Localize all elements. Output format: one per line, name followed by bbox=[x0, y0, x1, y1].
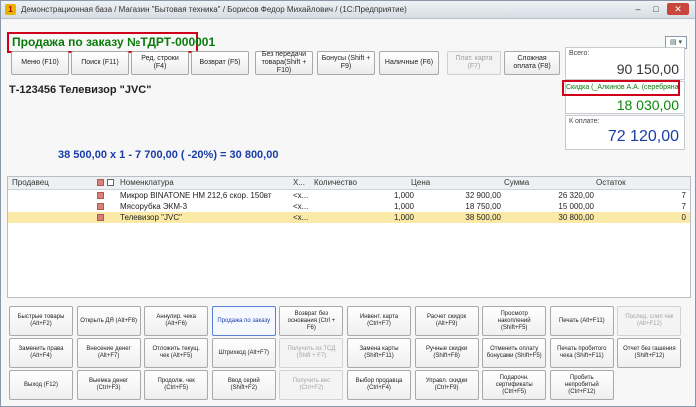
total-label: Всего: bbox=[569, 50, 590, 57]
function-button[interactable]: Печать (Alt+F11) bbox=[549, 306, 614, 336]
col-item[interactable]: Номенклатура bbox=[120, 177, 174, 189]
function-button[interactable]: Управл. скидки (Ctrl+F9) bbox=[414, 370, 479, 400]
function-button[interactable]: Инвент. карта (Ctrl+F7) bbox=[347, 306, 411, 336]
function-button[interactable]: Заменить права (Alt+F4) bbox=[9, 338, 73, 368]
items-table: Продавец Номенклатура Х... Количество Це… bbox=[7, 176, 691, 298]
to-pay-value: 72 120,00 bbox=[607, 128, 679, 145]
grid-settings-icon[interactable] bbox=[107, 179, 114, 186]
toolbar-button[interactable]: Наличные (F6) bbox=[379, 51, 439, 75]
toolbar-button[interactable]: Плат. карта (F7) bbox=[447, 51, 501, 75]
cell-qty: 1,000 bbox=[393, 213, 414, 222]
function-button[interactable]: Печать пробитого чека (Shift+F11) bbox=[549, 338, 614, 368]
table-row[interactable]: Микрор BINATONE HM 212,6 скор. 150вт <х..… bbox=[8, 190, 690, 201]
toolbar-button[interactable]: Меню (F10) bbox=[11, 51, 69, 75]
window-title: Демонстрационная база / Магазин "Бытовая… bbox=[21, 5, 407, 14]
close-button[interactable]: ✕ bbox=[667, 3, 689, 15]
function-button[interactable]: Отчет без гашения (Shift+F12) bbox=[617, 338, 682, 368]
function-button[interactable]: Получить из ТСД (Shift + F7) bbox=[279, 338, 344, 368]
table-row[interactable]: Мясорубка ЭКМ-3 <х... 1,000 18 750,00 15 000… bbox=[8, 201, 690, 212]
function-button[interactable]: Пробить непробитый (Ctrl+F12) bbox=[549, 370, 614, 400]
function-button[interactable]: Подарочн. сертификаты (Ctrl+F5) bbox=[482, 370, 547, 400]
price-calculation: 38 500,00 x 1 - 7 700,00 ( -20%) = 30 80… bbox=[58, 149, 279, 161]
function-button[interactable]: Ручные скидки (Shift+F8) bbox=[414, 338, 479, 368]
item-status-icon bbox=[97, 192, 104, 199]
function-button[interactable]: Замена карты (Shift+F11) bbox=[347, 338, 411, 368]
col-seller[interactable]: Продавец bbox=[12, 177, 49, 189]
cell-rest: 0 bbox=[681, 213, 686, 222]
function-button[interactable]: Аннулир. чека (Alt+F6) bbox=[144, 306, 209, 336]
cell-price: 32 900,00 bbox=[465, 191, 501, 200]
discount-label[interactable]: Скидка (_Алкинов А.А. (серебряная)): bbox=[562, 80, 680, 96]
cell-item: Телевизор "JVC" bbox=[120, 213, 182, 222]
function-button[interactable]: Внесение денег (Alt+F7) bbox=[76, 338, 141, 368]
col-rest[interactable]: Остаток bbox=[596, 177, 626, 189]
function-button[interactable]: Отменить оплату бонусами (Shift+F5) bbox=[482, 338, 547, 368]
toolbar-button[interactable]: Возврат (F5) bbox=[191, 51, 249, 75]
cell-sum: 15 000,00 bbox=[558, 202, 594, 211]
function-button[interactable]: Выбор продавца (Ctrl+F4) bbox=[347, 370, 411, 400]
cell-sum: 30 800,00 bbox=[558, 213, 594, 222]
function-button[interactable]: Отложить текущ. чек (Alt+F5) bbox=[144, 338, 209, 368]
document-title: Продажа по заказу №ТДРТ-000001 bbox=[7, 32, 215, 53]
function-button[interactable]: Быстрые товары (Alt+F2) bbox=[9, 306, 73, 336]
title-bar: 1 Демонстрационная база / Магазин "Бытов… bbox=[1, 1, 695, 19]
toolbar-button[interactable]: Без передачи товара(Shift + F10) bbox=[255, 51, 313, 75]
cell-item: Микрор BINATONE HM 212,6 скор. 150вт bbox=[120, 191, 272, 200]
total-value: 90 150,00 bbox=[616, 61, 679, 77]
item-status-icon bbox=[97, 203, 104, 210]
minimize-button[interactable]: – bbox=[631, 3, 645, 15]
item-status-icon bbox=[97, 214, 104, 221]
function-button[interactable]: Послед. слип чек (Alt+F12) bbox=[617, 306, 682, 336]
toolbar-button[interactable]: Сложная оплата (F8) bbox=[504, 51, 560, 75]
col-sum[interactable]: Сумма bbox=[504, 177, 529, 189]
function-button[interactable]: Просмотр накоплений (Shift+F5) bbox=[482, 306, 547, 336]
table-header: Продавец Номенклатура Х... Количество Це… bbox=[8, 177, 690, 190]
function-button[interactable]: Ввод серий (Shift+F2) bbox=[211, 370, 276, 400]
col-qty[interactable]: Количество bbox=[314, 177, 357, 189]
cell-rest: 7 bbox=[681, 191, 686, 200]
status-icon bbox=[97, 179, 104, 186]
toolbar-button[interactable]: Поиск (F11) bbox=[71, 51, 129, 75]
cell-price: 18 750,00 bbox=[465, 202, 501, 211]
function-button[interactable]: Получить вес (Ctrl+F2) bbox=[279, 370, 344, 400]
to-pay-panel: К оплате: 72 120,00 bbox=[565, 115, 685, 150]
cell-qty: 1,000 bbox=[393, 202, 414, 211]
cell-qty: 1,000 bbox=[393, 191, 414, 200]
to-pay-label: К оплате: bbox=[569, 118, 600, 125]
function-button[interactable]: Штрихкод (Alt+F7) bbox=[211, 338, 276, 368]
function-button[interactable]: Выемка денег (Ctrl+F3) bbox=[76, 370, 141, 400]
discount-value: 18 030,00 bbox=[616, 97, 679, 113]
function-button[interactable]: Возврат без основания (Ctrl + F6) bbox=[279, 306, 344, 336]
app-logo-icon: 1 bbox=[5, 4, 16, 15]
cell-item: Мясорубка ЭКМ-3 bbox=[120, 202, 188, 211]
table-row[interactable]: Телевизор "JVC" <х... 1,000 38 500,00 30 800… bbox=[8, 212, 690, 223]
cell-price: 38 500,00 bbox=[465, 213, 501, 222]
cell-rest: 7 bbox=[681, 202, 686, 211]
cell-x: <х... bbox=[293, 202, 309, 211]
toolbar-button[interactable]: Бонусы (Shift + F9) bbox=[317, 51, 375, 75]
function-button[interactable]: Продажа по заказу bbox=[211, 306, 276, 336]
col-x[interactable]: Х... bbox=[293, 177, 305, 189]
function-button[interactable]: Открыть ДЯ (Alt+F8) bbox=[76, 306, 141, 336]
maximize-button[interactable]: □ bbox=[649, 3, 663, 15]
function-button[interactable]: Выход (F12) bbox=[9, 370, 73, 400]
cell-x: <х... bbox=[293, 213, 309, 222]
main-window: 1 Демонстрационная база / Магазин "Бытов… bbox=[0, 0, 696, 407]
toolbar-button[interactable]: Ред. строки (F4) bbox=[131, 51, 189, 75]
function-button[interactable]: Продолж. чек (Ctrl+F5) bbox=[144, 370, 209, 400]
function-button[interactable]: Расчет скидок (Alt+F9) bbox=[414, 306, 479, 336]
col-price[interactable]: Цена bbox=[411, 177, 430, 189]
cell-x: <х... bbox=[293, 191, 309, 200]
current-product-name: Т-123456 Телевизор "JVC" bbox=[9, 84, 152, 96]
total-panel: Всего: 90 150,00 bbox=[565, 47, 685, 80]
cell-sum: 26 320,00 bbox=[558, 191, 594, 200]
